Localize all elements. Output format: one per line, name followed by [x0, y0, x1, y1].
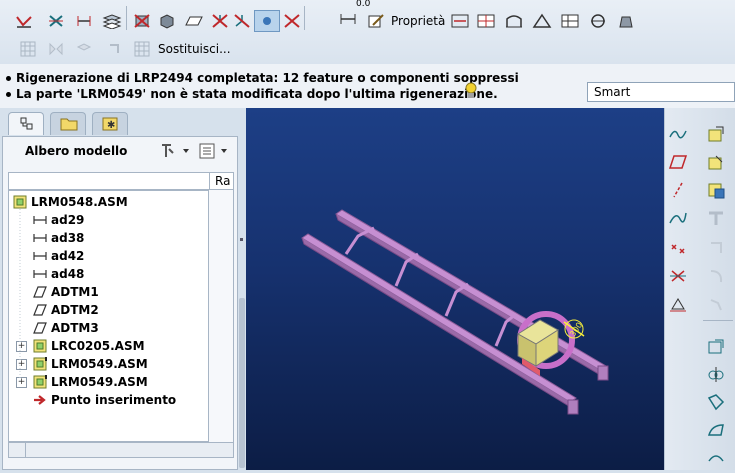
csys-icon[interactable]	[232, 12, 252, 30]
assembly-icon	[33, 375, 47, 389]
tree-item[interactable]: LRM0549.ASM	[33, 373, 148, 391]
replace-grid-icon[interactable]	[132, 40, 152, 58]
tab-model-tree[interactable]	[8, 112, 44, 135]
component-add-icon[interactable]	[705, 124, 727, 144]
properties-icon[interactable]	[366, 12, 386, 30]
assembly-icon	[33, 357, 47, 371]
model-3d-view[interactable]: 300	[246, 108, 664, 470]
dimension-value: 300	[568, 321, 584, 339]
analysis-tool-icon[interactable]	[667, 294, 689, 314]
round-icon[interactable]	[705, 336, 727, 356]
tree-item[interactable]: ADTM3	[33, 319, 99, 337]
navigator-tabs: ✱	[0, 108, 240, 136]
graphics-viewport[interactable]: 300	[246, 108, 664, 470]
axis-icon[interactable]	[46, 12, 66, 30]
csys-tool-icon[interactable]	[667, 266, 689, 286]
horizontal-scrollbar[interactable]	[8, 442, 234, 458]
tree-item[interactable]: ad42	[33, 247, 84, 265]
hide-datum-icon[interactable]	[132, 12, 152, 30]
layers-icon[interactable]	[102, 12, 122, 30]
annotation-off-icon[interactable]	[282, 12, 302, 30]
symbol-icon[interactable]	[588, 12, 608, 30]
dimension-toggle-icon[interactable]	[338, 10, 358, 28]
component-create-icon[interactable]	[705, 152, 727, 172]
dimension-icon	[33, 249, 47, 263]
model-tree: LRM0548.ASM ad29 ad38 ad42 ad48 ADTM1 AD…	[8, 190, 209, 442]
shell-icon[interactable]	[705, 392, 727, 412]
profile-icon[interactable]	[705, 208, 727, 228]
bullet-icon	[6, 76, 11, 81]
corner-icon[interactable]	[104, 40, 124, 58]
spin-center-icon[interactable]	[254, 10, 280, 32]
dimension-tool-icon[interactable]	[74, 12, 94, 30]
bulb-icon[interactable]	[465, 80, 477, 105]
surface-finish-icon[interactable]	[504, 12, 524, 30]
tree-item[interactable]: ad38	[33, 229, 84, 247]
datum-plane-icon	[33, 321, 47, 335]
tree-item[interactable]: LRM0549.ASM	[33, 355, 148, 373]
filter-select-value: Smart	[594, 85, 631, 99]
datum-point-icon[interactable]	[14, 12, 34, 30]
draft-icon[interactable]	[705, 420, 727, 440]
tree-item[interactable]: ADTM1	[33, 283, 99, 301]
dimension-icon	[33, 231, 47, 245]
dimension-table-icon[interactable]	[476, 12, 496, 30]
svg-text:✱: ✱	[107, 120, 115, 131]
tab-favorites[interactable]: ✱	[92, 112, 128, 135]
revolve-icon[interactable]	[705, 266, 727, 286]
copy-icon[interactable]	[74, 40, 94, 58]
scroll-left-arrow[interactable]	[9, 443, 26, 457]
tree-column-header: Ra	[8, 172, 234, 190]
datum-plane-tool-icon[interactable]	[667, 152, 689, 172]
plane-icon[interactable]	[184, 12, 204, 30]
message-line: Rigenerazione di LRP2494 completata: 12 …	[6, 71, 519, 85]
csys-off-icon[interactable]	[210, 12, 230, 30]
sketch-curve-icon[interactable]	[667, 124, 689, 144]
pattern-icon[interactable]	[705, 448, 727, 468]
tree-item[interactable]: ad48	[33, 265, 84, 283]
datum-curve-tool-icon[interactable]	[667, 208, 689, 228]
extrude-icon[interactable]	[705, 238, 727, 258]
panel-splitter[interactable]	[238, 108, 246, 470]
show-menu-button[interactable]	[197, 141, 231, 161]
tree-settings-button[interactable]	[159, 141, 191, 161]
zoom-value: 0.0	[356, 0, 371, 9]
gtol-icon[interactable]	[560, 12, 580, 30]
properties-button[interactable]: Proprietà	[391, 13, 445, 29]
bullet-icon	[6, 92, 11, 97]
datum-target-icon[interactable]	[532, 12, 552, 30]
solid-box-icon[interactable]	[156, 12, 176, 30]
sweep-icon[interactable]	[705, 294, 727, 314]
tab-folder[interactable]	[50, 112, 86, 135]
assembly-icon	[33, 339, 47, 353]
mirror-icon[interactable]	[46, 40, 66, 58]
dimension-linear-icon[interactable]	[450, 12, 470, 30]
insert-arrow-icon	[33, 393, 47, 407]
message-line: La parte 'LRM0549' non è stata modificat…	[6, 87, 498, 101]
dimension-icon	[33, 267, 47, 281]
mirror-tool-icon[interactable]	[705, 364, 727, 384]
tree-item[interactable]: ad29	[33, 211, 84, 229]
datum-plane-icon	[33, 285, 47, 299]
dimension-icon	[33, 213, 47, 227]
component-package-icon[interactable]	[705, 180, 727, 200]
weight-icon[interactable]	[616, 12, 636, 30]
filter-select[interactable]: Smart	[587, 82, 735, 102]
column-header-ra[interactable]: Ra	[215, 174, 230, 188]
tree-item[interactable]: Punto inserimento	[33, 391, 176, 409]
tree-item[interactable]: ADTM2	[33, 301, 99, 319]
datum-axis-tool-icon[interactable]	[667, 180, 689, 200]
replace-button[interactable]: Sostituisci...	[158, 41, 231, 57]
grid-icon[interactable]	[18, 40, 38, 58]
datum-point-tool-icon[interactable]	[667, 238, 689, 258]
tree-guides	[19, 209, 21, 381]
right-toolbar	[664, 108, 735, 470]
datum-plane-icon	[33, 303, 47, 317]
main-toolbar: 0.0 Proprietà Sostituisci...	[0, 0, 735, 65]
tree-item[interactable]: LRC0205.ASM	[33, 337, 145, 355]
navigator-title: Albero modello	[25, 144, 128, 158]
tree-vertical-gutter	[209, 190, 234, 442]
